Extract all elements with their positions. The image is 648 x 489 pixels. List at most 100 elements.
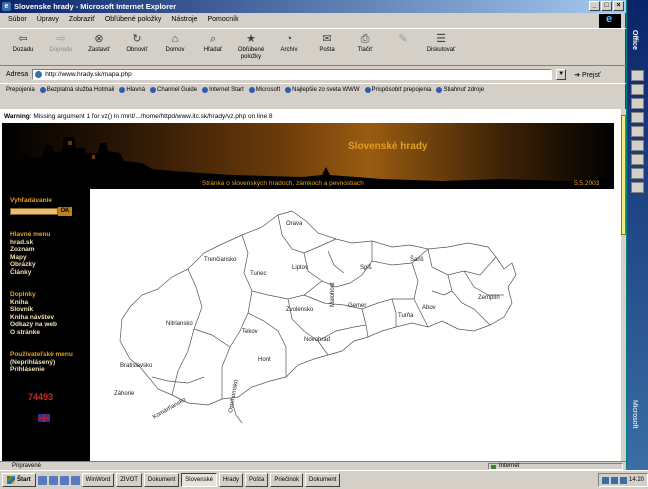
region-label[interactable]: Ostrihomsko [228, 378, 240, 413]
region-label[interactable]: Abov [422, 305, 436, 311]
slovakia-map[interactable]: Orava Trenčiansko Turiec Liptov Spiš Šariš Zem… [92, 191, 619, 461]
sidebar-link[interactable]: Mapy [10, 254, 50, 262]
toolbar-button-tlačiť[interactable]: ⎙ Tlačiť [346, 29, 384, 65]
sidebar-link[interactable]: Prihlásenie [10, 366, 73, 374]
toolbar-button-dozadu[interactable]: ⇦ Dozadu [4, 29, 42, 65]
ie-icon[interactable]: e [2, 2, 11, 11]
scrollbar-thumb[interactable] [621, 115, 626, 235]
taskbar-task[interactable]: Dokument [305, 473, 341, 487]
region-label[interactable]: Zemplín [478, 295, 500, 301]
toolbar-button-obnoviť[interactable]: ↻ Obnoviť [118, 29, 156, 65]
quicklaunch-outlook-icon[interactable] [59, 475, 69, 485]
toolbar-button-hľadať[interactable]: ⌕ Hľadať [194, 29, 232, 65]
discuss-icon: ☰ [436, 32, 446, 45]
office-explorer-icon[interactable] [631, 140, 644, 151]
link-item[interactable]: Stiahnuť zdroje [436, 86, 484, 93]
office-outlook-icon[interactable] [631, 98, 644, 109]
menu-tools[interactable]: Nástroje [171, 14, 197, 26]
office-contacts-icon[interactable] [631, 168, 644, 179]
sidebar-link[interactable]: Slovník [10, 306, 57, 314]
sidebar-link[interactable]: hrad.sk [10, 239, 50, 247]
minimize-button[interactable]: _ [589, 1, 600, 11]
menu-file[interactable]: Súbor [8, 14, 27, 26]
region-label[interactable]: Hont [258, 357, 271, 363]
sidebar-link[interactable]: Zoznam [10, 246, 50, 254]
menu-view[interactable]: Zobraziť [69, 14, 95, 26]
vertical-scrollbar[interactable] [621, 109, 626, 461]
region-label[interactable]: Záhorie [114, 391, 135, 397]
office-calendar-icon[interactable] [631, 154, 644, 165]
sidebar-link[interactable]: O stránke [10, 329, 57, 337]
tray-network-icon[interactable] [601, 476, 609, 484]
office-word-icon[interactable] [631, 70, 644, 81]
region-label[interactable]: Spiš [360, 265, 372, 271]
office-excel-icon[interactable] [631, 84, 644, 95]
toolbar-button-diskutovať[interactable]: ☰ Diskutovať [422, 29, 460, 65]
office-access-icon[interactable] [631, 126, 644, 137]
tray-language-icon[interactable] [619, 476, 627, 484]
address-input[interactable]: http://www.hrady.sk/mapa.php [32, 69, 553, 80]
link-item[interactable]: Hlavná [119, 86, 145, 93]
menu-favorites[interactable]: Obľúbené položky [105, 14, 162, 26]
region-label[interactable]: Komárňansko [152, 397, 188, 421]
address-dropdown-button[interactable]: ▼ [556, 69, 567, 80]
toolbar-button-domov[interactable]: ⌂ Domov [156, 29, 194, 65]
region-label[interactable]: Novohrad [304, 337, 330, 343]
office-powerpoint-icon[interactable] [631, 112, 644, 123]
region-label[interactable]: Šariš [410, 256, 424, 263]
sidebar-link[interactable]: Články [10, 269, 50, 277]
region-label[interactable]: Turiec [250, 271, 266, 277]
toolbar-button-archív[interactable]: ◔ Archív [270, 29, 308, 65]
quicklaunch-ie-icon[interactable] [48, 475, 58, 485]
taskbar-task[interactable]: ZIVOT [116, 473, 142, 487]
start-button[interactable]: Štart [2, 473, 36, 487]
region-label[interactable]: Tekov [242, 329, 258, 335]
taskbar-task[interactable]: Hrady [218, 473, 243, 487]
region-label[interactable]: Zvolensko [286, 307, 314, 313]
maximize-button[interactable]: □ [601, 1, 612, 11]
region-label[interactable]: Bratislavsko [120, 363, 153, 369]
sidebar-link[interactable]: (Neprihlásený) [10, 359, 73, 367]
taskbar-task[interactable]: WinWord [81, 473, 115, 487]
sidebar-link[interactable]: Obrázky [10, 261, 50, 269]
toolbar-button-edit[interactable]: ✎ [384, 29, 422, 65]
region-label[interactable]: Gemer [348, 303, 366, 309]
toolbar-button-label: Hľadať [203, 47, 223, 53]
link-item[interactable]: Bezplatná služba Hotmail [39, 86, 114, 93]
taskbar-task[interactable]: Dokument [143, 473, 180, 487]
search-input[interactable] [10, 208, 58, 215]
go-button[interactable]: ➔ Prejsť [574, 71, 600, 79]
taskbar-task[interactable]: Pošta [244, 473, 269, 487]
region-label[interactable]: Turňa [398, 313, 414, 319]
office-notes-icon[interactable] [631, 182, 644, 193]
region-label[interactable]: Malohont [330, 282, 336, 307]
region-label[interactable]: Orava [286, 221, 303, 227]
uk-flag-icon[interactable] [38, 414, 50, 422]
link-item[interactable]: Microsoft [248, 86, 280, 93]
slovakia-outline [119, 210, 517, 406]
link-item[interactable]: Internet Start [202, 86, 244, 93]
sidebar-link[interactable]: Odkazy na web [10, 321, 57, 329]
sidebar-link[interactable]: Kniha návštev [10, 314, 57, 322]
link-item[interactable]: Najlepšie zo sveta WWW [285, 86, 360, 93]
region-label[interactable]: Trenčiansko [204, 257, 237, 263]
tray-volume-icon[interactable] [610, 476, 618, 484]
close-button[interactable]: × [613, 1, 624, 11]
toolbar-button-obľúbené-položky[interactable]: ★ Obľúbené položky [232, 29, 270, 65]
region-label[interactable]: Nitriansko [166, 321, 193, 327]
sidebar-link[interactable]: Kniha [10, 299, 57, 307]
link-item[interactable]: Channel Guide [150, 86, 197, 93]
toolbar-button-zastaviť[interactable]: ⊗ Zastaviť [80, 29, 118, 65]
search-button[interactable]: OK [58, 207, 72, 216]
menu-help[interactable]: Pomocník [207, 14, 238, 26]
toolbar-button-pošta[interactable]: ✉ Pošta [308, 29, 346, 65]
quicklaunch-desktop-icon[interactable] [37, 475, 47, 485]
link-item[interactable]: Prispôsobiť prepojenia [364, 86, 431, 93]
taskbar-task[interactable]: Priečinok [270, 473, 303, 487]
toolbar-button-dopredu[interactable]: ⇨ Dopredu [42, 29, 80, 65]
taskbar-task[interactable]: Slovenské [181, 473, 217, 487]
quicklaunch-channels-icon[interactable] [70, 475, 80, 485]
menu-edit[interactable]: Úpravy [37, 14, 59, 26]
title-bar[interactable]: e Slovenske hrady - Microsoft Internet E… [0, 0, 626, 13]
region-label[interactable]: Liptov [292, 265, 308, 271]
